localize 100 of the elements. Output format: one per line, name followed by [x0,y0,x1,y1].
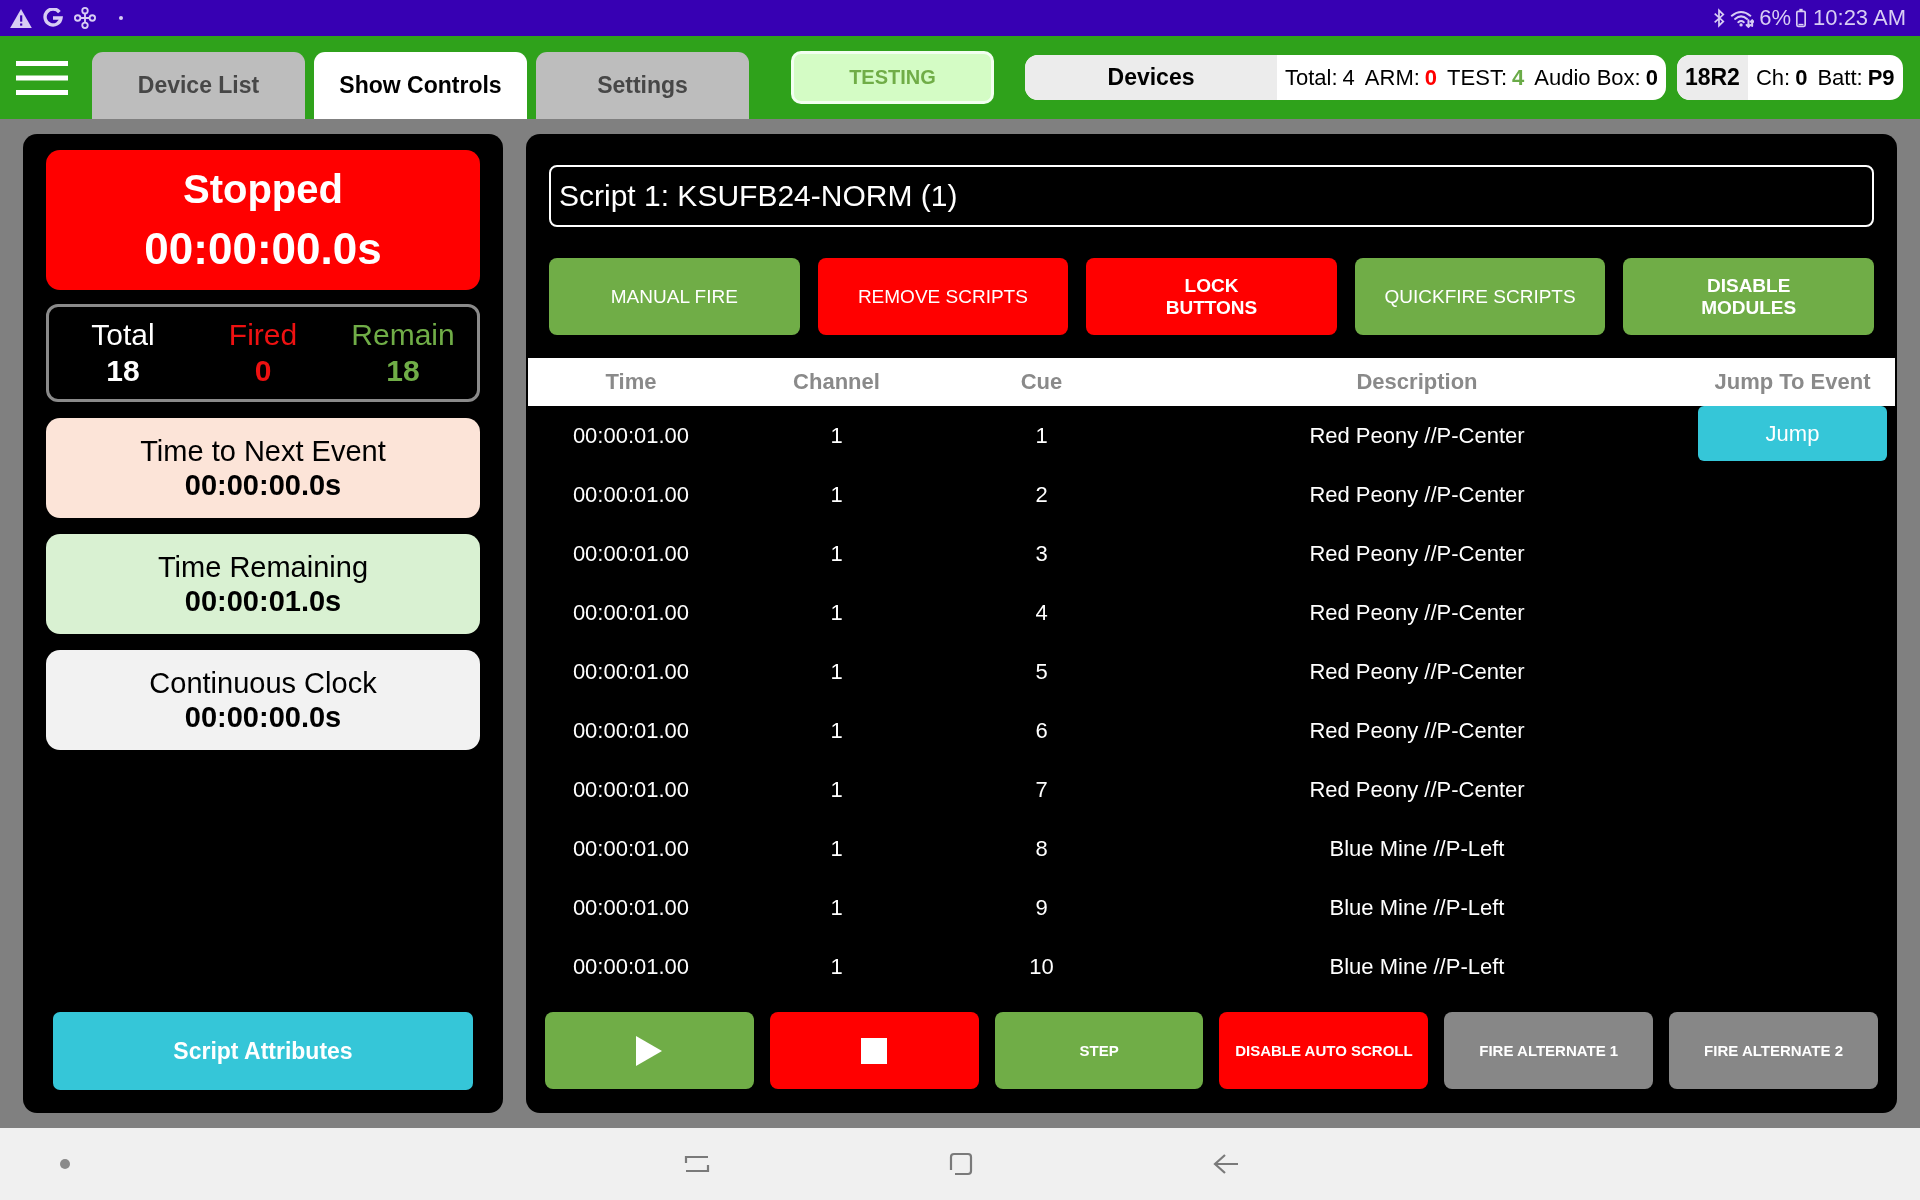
table-cell: 10 [1029,953,1054,980]
play-button[interactable] [545,1012,754,1089]
home-icon[interactable] [949,1152,973,1176]
script-selector[interactable]: Script 1: KSUFB24-NORM (1) [549,165,1874,227]
table-cell: 9 [1035,894,1048,921]
column-header: Cue [1019,369,1064,395]
table-cell: 6 [1035,717,1048,744]
stop-button[interactable] [769,1012,979,1089]
jump-button[interactable]: Jump [1698,406,1887,461]
table-cell: Red Peony //P-Center [1309,422,1525,449]
battery-percentage: 6% [1759,5,1792,31]
device-stat-value: 0 [1645,64,1658,91]
device-stat-value: 4 [1512,64,1525,91]
table-cell: 3 [1035,540,1048,567]
tab[interactable]: Device List [92,52,305,119]
module-stat-value: P9 [1867,64,1895,91]
table-cell: 4 [1035,599,1048,626]
recents-icon[interactable] [684,1153,710,1175]
device-stat-label: Audio Box: [1534,64,1641,91]
tab[interactable]: Show Controls [314,52,527,119]
table-cell: 00:00:01.00 [572,422,690,449]
table-cell: Red Peony //P-Center [1309,540,1525,567]
timer-value: 00:00:01.0s [184,584,342,618]
table-cell: 00:00:01.00 [572,953,690,980]
table-cell: 2 [1035,481,1048,508]
node-network-icon [74,7,96,29]
stop-icon [861,1037,888,1064]
device-stat-value: 4 [1342,64,1355,91]
column-header: Time [604,369,658,395]
count-label: Remain [351,317,455,353]
table-cell: 00:00:01.00 [572,481,690,508]
action-button[interactable]: QUICKFIRE SCRIPTS [1354,258,1606,335]
script-attributes-button[interactable]: Script Attributes [53,1012,473,1090]
module-stat-label: Ch: [1755,64,1791,91]
back-icon[interactable] [1213,1153,1239,1175]
table-cell: 00:00:01.00 [572,658,690,685]
timer-value: 00:00:00.0s [184,468,342,502]
table-cell: 1 [830,776,843,803]
table-cell: Red Peony //P-Center [1309,658,1525,685]
table-cell: Red Peony //P-Center [1309,599,1525,626]
table-cell: 1 [830,540,843,567]
table-cell: 1 [830,599,843,626]
table-cell: Red Peony //P-Center [1309,776,1525,803]
table-cell: 1 [830,953,843,980]
count-value: 18 [386,353,420,389]
table-cell: 00:00:01.00 [572,835,690,862]
table-cell: 1 [1035,422,1048,449]
play-icon [636,1035,663,1066]
timer-label: Time Remaining [157,550,369,584]
bluetooth-icon [1713,8,1726,28]
table-cell: Red Peony //P-Center [1309,717,1525,744]
action-button[interactable]: DISABLE MODULES [1623,258,1874,335]
table-cell: 1 [830,717,843,744]
count-label: Total [91,317,155,353]
device-stat-label: ARM: [1364,64,1420,91]
table-cell: 00:00:01.00 [572,599,690,626]
menu-icon[interactable] [16,60,68,95]
table-cell: 8 [1035,835,1048,862]
action-button[interactable]: LOCK BUTTONS [1086,258,1337,335]
table-cell: 5 [1035,658,1048,685]
control-button[interactable]: FIRE ALTERNATE 1 [1444,1012,1654,1089]
table-cell: Blue Mine //P-Left [1329,894,1505,921]
module-stat-label: Batt: [1817,64,1863,91]
table-cell: Red Peony //P-Center [1309,481,1525,508]
table-cell: Blue Mine //P-Left [1329,835,1505,862]
count-label: Fired [228,317,298,353]
timer-label: Continuous Clock [149,666,377,700]
control-button[interactable]: STEP [994,1012,1204,1089]
table-cell: 1 [830,894,843,921]
timer-label: Time to Next Event [140,434,386,468]
battery-icon [1796,8,1807,28]
table-cell: 00:00:01.00 [572,894,690,921]
testing-button[interactable]: TESTING [791,51,994,104]
column-header: Description [1355,369,1479,395]
table-cell: 00:00:01.00 [572,717,690,744]
run-status-label: Stopped [183,167,343,211]
table-cell: 1 [830,481,843,508]
devices-button[interactable]: Devices [1025,55,1277,100]
module-stat-value: 0 [1795,64,1808,91]
count-value: 0 [254,353,272,389]
device-stat-value: 0 [1424,64,1438,91]
control-button[interactable]: FIRE ALTERNATE 2 [1669,1012,1878,1089]
table-cell: 1 [830,658,843,685]
device-stat-label: Total: [1285,64,1338,91]
table-cell: Blue Mine //P-Left [1329,953,1505,980]
clock-time: 10:23 AM [1813,5,1906,31]
count-value: 18 [106,353,140,389]
table-cell: 1 [830,422,843,449]
table-cell: 00:00:01.00 [572,776,690,803]
run-time: 00:00:00.0s [144,225,382,273]
action-button[interactable]: MANUAL FIRE [549,258,800,335]
g-icon [43,8,63,28]
control-button[interactable]: DISABLE AUTO SCROLL [1219,1012,1429,1089]
table-cell: 00:00:01.00 [572,540,690,567]
action-button[interactable]: REMOVE SCRIPTS [817,258,1069,335]
module-id: 18R2 [1676,55,1748,100]
dot-icon [60,1159,70,1169]
table-cell: 1 [830,835,843,862]
column-header: Jump To Event [1713,369,1872,395]
tab[interactable]: Settings [536,52,749,119]
